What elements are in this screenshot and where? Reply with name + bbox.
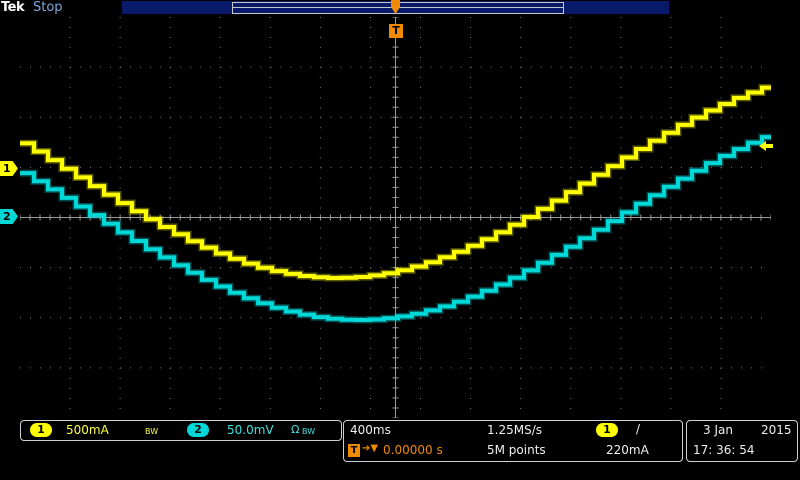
run-status: Stop (33, 0, 63, 15)
ch2-scale: 50.0mV (227, 423, 274, 437)
ch1-badge: 1 (30, 423, 52, 437)
ch2-ground-marker[interactable]: 2 (0, 209, 18, 224)
year: 2015 (761, 423, 792, 437)
ch2-bw-limit: BW (302, 427, 316, 436)
record-length: 5M points (487, 443, 546, 457)
channel-readout-panel[interactable]: 1 500mA BW 2 50.0mV Ω BW (20, 420, 342, 441)
clock-time: 17: 36: 54 (693, 443, 755, 457)
trigger-marker[interactable]: T (389, 24, 403, 38)
trigger-position-icon (391, 0, 400, 14)
timebase: 400ms (350, 423, 391, 437)
trigger-level: 220mA (606, 443, 649, 457)
trigger-arrow-icon: ➔▼ (362, 443, 379, 454)
readout-bar: 1 500mA BW 2 50.0mV Ω BW 400ms 1.25MS/s … (0, 418, 800, 480)
date: 3 Jan (703, 423, 733, 437)
sample-rate: 1.25MS/s (487, 423, 542, 437)
ch1-scale: 500mA (66, 423, 109, 437)
status-bar: Tek Stop (0, 0, 800, 16)
ch2-badge: 2 (187, 423, 209, 437)
trigger-level-icon[interactable] (759, 139, 773, 153)
ch2-termination: Ω (291, 423, 300, 436)
ch1-ground-marker[interactable]: 1 (0, 161, 18, 176)
datetime-panel: 3 Jan 2015 17: 36: 54 (686, 420, 798, 462)
trigger-source-badge: 1 (596, 423, 618, 437)
trigger-slope-icon: / (636, 422, 641, 436)
ch1-bw-limit: BW (145, 427, 159, 436)
waveform-display[interactable] (20, 17, 771, 418)
brand-logo: Tek (1, 0, 25, 15)
trigger-position-value: 0.00000 s (383, 443, 443, 457)
trigger-position-badge: T (348, 444, 360, 457)
horizontal-trigger-panel[interactable]: 400ms 1.25MS/s 1 / T ➔▼ 0.00000 s 5M poi… (343, 420, 683, 462)
